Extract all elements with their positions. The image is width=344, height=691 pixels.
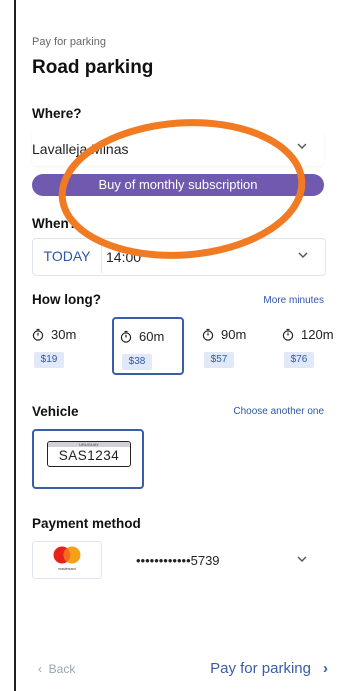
duration-label: 60m <box>139 329 165 344</box>
parking-form: Pay for parking Road parking Where? Lava… <box>32 0 344 691</box>
chevron-down-icon <box>297 143 307 149</box>
time-value: 14:00 <box>106 249 142 265</box>
mastercard-logo-icon: mastercard <box>32 541 102 579</box>
day-tag[interactable]: TODAY <box>33 239 102 273</box>
chevron-down-icon <box>298 252 308 258</box>
chevron-right-icon: › <box>323 660 328 677</box>
stopwatch-icon <box>282 328 294 341</box>
price-badge: $57 <box>204 352 234 368</box>
where-label: Where? <box>32 106 82 121</box>
back-button[interactable]: ‹ Back <box>38 662 75 676</box>
location-select[interactable]: Lavalleja Minas <box>32 130 324 166</box>
license-plate: URUGUAY SAS1234 <box>47 441 131 467</box>
duration-label: 120m <box>301 327 334 342</box>
stopwatch-icon <box>202 328 214 341</box>
plate-number: SAS1234 <box>58 448 120 463</box>
duration-option-120m[interactable]: 120m $76 <box>276 317 344 375</box>
vehicle-card[interactable]: URUGUAY SAS1234 <box>32 429 144 489</box>
duration-option-60m[interactable]: 60m $38 <box>112 317 184 375</box>
how-long-label: How long? <box>32 292 101 307</box>
pay-for-parking-button[interactable]: Pay for parking › <box>210 660 328 677</box>
duration-option-30m[interactable]: 30m $19 <box>26 317 98 375</box>
buy-subscription-button[interactable]: Buy of monthly subscription <box>32 174 324 196</box>
stopwatch-icon <box>32 328 44 341</box>
chevron-left-icon: ‹ <box>38 662 42 676</box>
time-select[interactable]: TODAY 14:00 <box>32 238 326 276</box>
location-value: Lavalleja Minas <box>32 141 129 157</box>
payment-method-label: Payment method <box>32 516 141 531</box>
price-badge: $19 <box>34 352 64 368</box>
left-border-line <box>14 0 16 691</box>
chevron-down-icon <box>297 556 307 562</box>
when-label: When? <box>32 216 77 231</box>
back-label: Back <box>48 662 76 676</box>
vehicle-label: Vehicle <box>32 404 79 419</box>
page-title: Road parking <box>32 57 154 78</box>
footer-nav: ‹ Back Pay for parking › <box>32 660 328 682</box>
card-number: ••••••••••••5739 <box>136 553 220 568</box>
choose-another-vehicle-link[interactable]: Choose another one <box>233 406 324 417</box>
pay-label: Pay for parking <box>210 660 311 677</box>
stopwatch-icon <box>120 330 132 343</box>
duration-label: 30m <box>51 327 77 342</box>
price-badge: $38 <box>122 354 152 370</box>
breadcrumb: Pay for parking <box>32 36 106 48</box>
price-badge: $76 <box>284 352 314 368</box>
more-minutes-link[interactable]: More minutes <box>263 295 324 306</box>
duration-label: 90m <box>221 327 247 342</box>
duration-option-90m[interactable]: 90m $57 <box>196 317 268 375</box>
payment-method-select[interactable]: mastercard ••••••••••••5739 <box>32 541 324 579</box>
card-brand: mastercard <box>58 567 76 571</box>
